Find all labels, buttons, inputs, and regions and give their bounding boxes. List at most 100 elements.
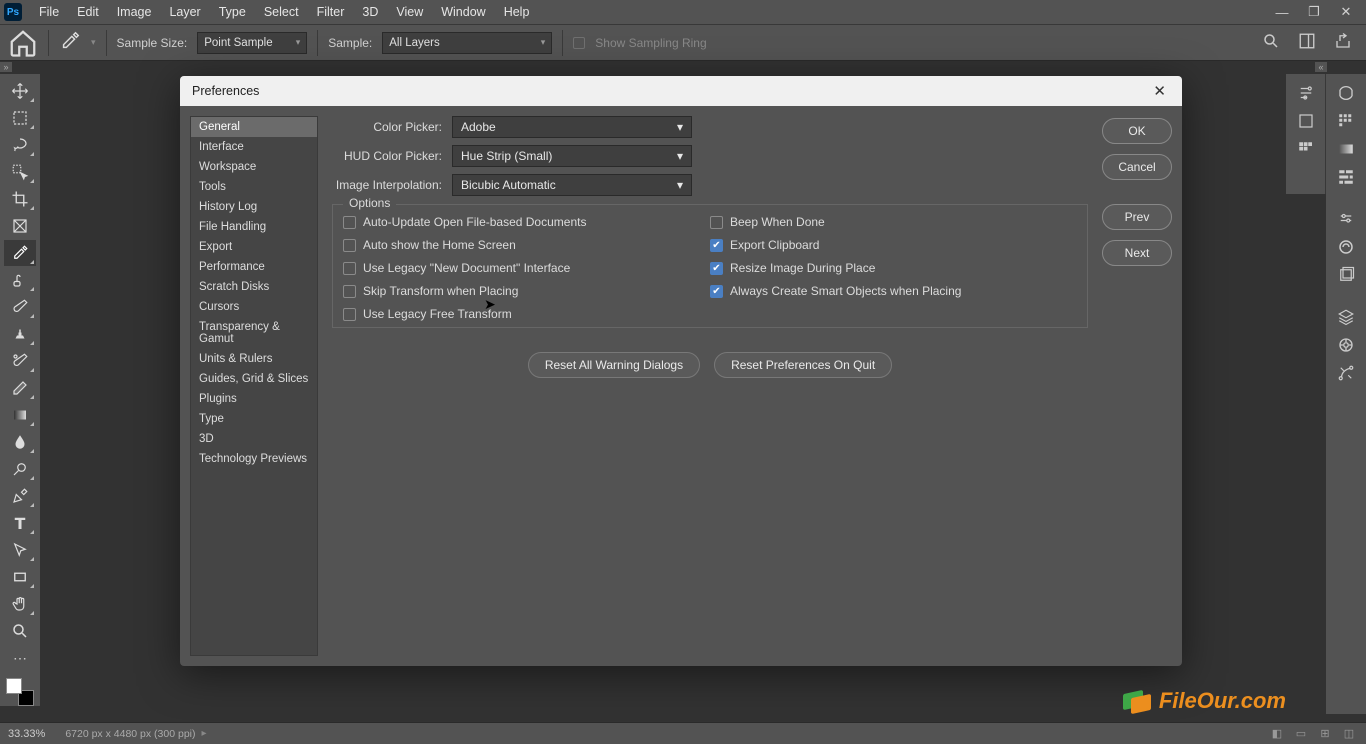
zoom-level[interactable]: 33.33% (8, 728, 45, 740)
status-icon-2[interactable]: ▭ (1292, 726, 1310, 742)
color-panel-icon[interactable] (1290, 108, 1322, 134)
check-beep[interactable]: Beep When Done (710, 215, 1077, 229)
clone-stamp-tool[interactable] (4, 321, 36, 347)
reset-on-quit-button[interactable]: Reset Preferences On Quit (714, 352, 892, 378)
show-sampling-ring-checkbox[interactable] (573, 37, 585, 49)
marquee-tool[interactable] (4, 105, 36, 131)
ok-button[interactable]: OK (1102, 118, 1172, 144)
check-skip-transform[interactable]: Skip Transform when Placing (343, 284, 710, 298)
blur-tool[interactable] (4, 429, 36, 455)
image-interpolation-select[interactable]: Bicubic Automatic▾ (452, 174, 692, 196)
pattern-panel-icon[interactable] (1330, 108, 1362, 134)
layers-icon[interactable] (1330, 304, 1362, 330)
color-swatches[interactable] (6, 678, 34, 706)
category-performance[interactable]: Performance (191, 257, 317, 277)
status-icon-1[interactable]: ◧ (1268, 726, 1286, 742)
category-transparency[interactable]: Transparency & Gamut (191, 317, 317, 349)
eyedropper-tool[interactable] (4, 240, 36, 266)
category-general[interactable]: General (191, 117, 317, 137)
sample-select[interactable]: All Layers▾ (382, 32, 552, 54)
menu-view[interactable]: View (387, 0, 432, 24)
color-picker-select[interactable]: Adobe▾ (452, 116, 692, 138)
rectangle-tool[interactable] (4, 564, 36, 590)
info-chevron-icon[interactable]: ▸ (202, 728, 207, 739)
status-icon-4[interactable]: ◫ (1340, 726, 1358, 742)
libraries-icon[interactable] (1330, 80, 1362, 106)
swatches-panel-icon[interactable] (1290, 136, 1322, 162)
paths-icon[interactable] (1330, 360, 1362, 386)
search-icon[interactable] (1262, 32, 1280, 53)
check-export-clipboard[interactable]: ✔Export Clipboard (710, 238, 1077, 252)
sample-size-select[interactable]: Point Sample▾ (197, 32, 307, 54)
category-cursors[interactable]: Cursors (191, 297, 317, 317)
category-3d[interactable]: 3D (191, 429, 317, 449)
restore-button[interactable]: ❐ (1298, 0, 1330, 24)
category-guides[interactable]: Guides, Grid & Slices (191, 369, 317, 389)
menu-layer[interactable]: Layer (160, 0, 209, 24)
edit-toolbar[interactable]: ⋯ (4, 645, 36, 671)
hud-color-picker-select[interactable]: Hue Strip (Small)▾ (452, 145, 692, 167)
menu-window[interactable]: Window (432, 0, 494, 24)
zoom-tool[interactable] (4, 618, 36, 644)
dialog-close-button[interactable]: ✕ (1149, 82, 1170, 100)
hand-tool[interactable] (4, 591, 36, 617)
menu-filter[interactable]: Filter (308, 0, 354, 24)
eyedropper-tool-icon[interactable] (59, 30, 81, 55)
adjustments-panel-icon[interactable] (1330, 164, 1362, 190)
gradient-panel-icon[interactable] (1330, 136, 1362, 162)
category-interface[interactable]: Interface (191, 137, 317, 157)
healing-brush-tool[interactable] (4, 267, 36, 293)
menu-help[interactable]: Help (495, 0, 539, 24)
frame-tool[interactable] (4, 213, 36, 239)
menu-file[interactable]: File (30, 0, 68, 24)
lasso-tool[interactable] (4, 132, 36, 158)
crop-tool[interactable] (4, 186, 36, 212)
category-workspace[interactable]: Workspace (191, 157, 317, 177)
menu-3d[interactable]: 3D (353, 0, 387, 24)
foreground-swatch[interactable] (6, 678, 22, 694)
menu-edit[interactable]: Edit (68, 0, 108, 24)
styles-panel-icon[interactable] (1330, 234, 1362, 260)
properties-panel-icon[interactable] (1290, 80, 1322, 106)
status-icon-3[interactable]: ⊞ (1316, 726, 1334, 742)
category-scratch-disks[interactable]: Scratch Disks (191, 277, 317, 297)
move-tool[interactable] (4, 78, 36, 104)
pen-tool[interactable] (4, 483, 36, 509)
category-units[interactable]: Units & Rulers (191, 349, 317, 369)
category-tools[interactable]: Tools (191, 177, 317, 197)
check-resize-during-place[interactable]: ✔Resize Image During Place (710, 261, 1077, 275)
category-export[interactable]: Export (191, 237, 317, 257)
menu-image[interactable]: Image (108, 0, 161, 24)
category-file-handling[interactable]: File Handling (191, 217, 317, 237)
share-icon[interactable] (1334, 32, 1352, 53)
brush-tool[interactable] (4, 294, 36, 320)
check-auto-home[interactable]: Auto show the Home Screen (343, 238, 710, 252)
check-legacy-new-doc[interactable]: Use Legacy "New Document" Interface (343, 261, 710, 275)
quick-selection-tool[interactable] (4, 159, 36, 185)
adjustments-icon[interactable] (1330, 206, 1362, 232)
category-type[interactable]: Type (191, 409, 317, 429)
expand-left-handle[interactable]: » (0, 62, 12, 72)
menu-type[interactable]: Type (210, 0, 255, 24)
prev-button[interactable]: Prev (1102, 204, 1172, 230)
type-tool[interactable] (4, 510, 36, 536)
gradient-tool[interactable] (4, 402, 36, 428)
category-history-log[interactable]: History Log (191, 197, 317, 217)
next-button[interactable]: Next (1102, 240, 1172, 266)
check-smart-objects[interactable]: ✔Always Create Smart Objects when Placin… (710, 284, 1077, 298)
reset-warnings-button[interactable]: Reset All Warning Dialogs (528, 352, 700, 378)
layers-panel-icon[interactable] (1330, 262, 1362, 288)
close-window-button[interactable]: ✕ (1330, 0, 1362, 24)
eraser-tool[interactable] (4, 375, 36, 401)
check-legacy-free-transform[interactable]: Use Legacy Free Transform (343, 307, 710, 321)
check-auto-update[interactable]: Auto-Update Open File-based Documents (343, 215, 710, 229)
dodge-tool[interactable] (4, 456, 36, 482)
home-button[interactable] (8, 30, 38, 56)
path-selection-tool[interactable] (4, 537, 36, 563)
cancel-button[interactable]: Cancel (1102, 154, 1172, 180)
history-brush-tool[interactable] (4, 348, 36, 374)
workspace-icon[interactable] (1298, 32, 1316, 53)
category-tech-previews[interactable]: Technology Previews (191, 449, 317, 469)
minimize-button[interactable]: — (1266, 0, 1298, 24)
channels-icon[interactable] (1330, 332, 1362, 358)
